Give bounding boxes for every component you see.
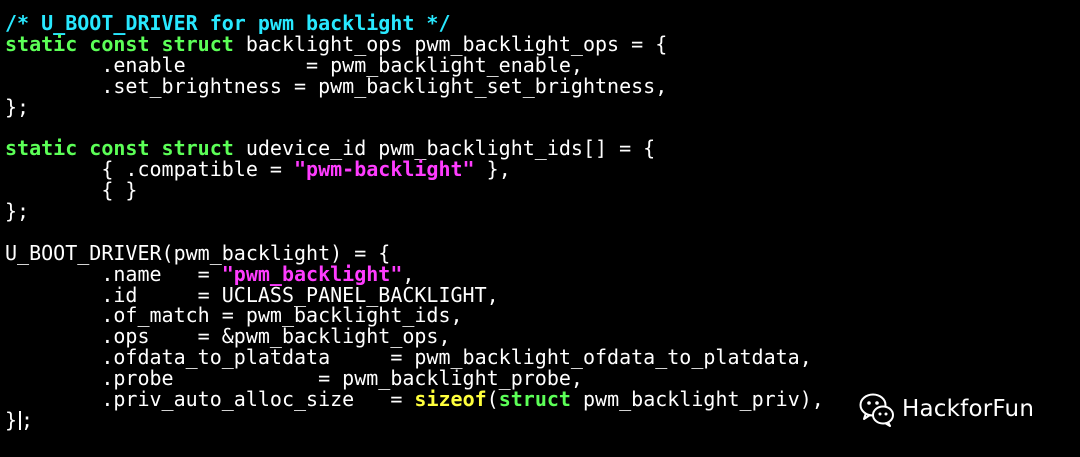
code-token-plain: .priv_auto_alloc_size = xyxy=(5,387,415,412)
code-line: .name = "pwm_backlight", xyxy=(5,263,824,285)
code-token-plain: .set_brightness = pwm_backlight_set_brig… xyxy=(5,73,668,98)
terminal-window[interactable]: /* U_BOOT_DRIVER for pwm backlight */sta… xyxy=(0,0,1080,457)
code-line: .set_brightness = pwm_backlight_set_brig… xyxy=(5,73,824,98)
code-line: { } xyxy=(5,180,824,201)
code-line: .priv_auto_alloc_size = sizeof(struct pw… xyxy=(5,389,824,410)
code-line: static const struct udevice_id pwm_backl… xyxy=(5,138,824,159)
code-line: .enable = pwm_backlight_enable, xyxy=(5,54,824,76)
code-line: .of_match = pwm_backlight_ids, xyxy=(5,305,824,326)
code-line: .ofdata_to_platdata = pwm_backlight_ofda… xyxy=(5,347,824,368)
watermark: HackforFun xyxy=(858,390,1034,428)
code-token-builtin: sizeof xyxy=(414,387,487,412)
code-line: .id = UCLASS_PANEL_BACKLIGHT, xyxy=(5,284,824,306)
code-line: }; xyxy=(5,201,824,222)
code-line: }; xyxy=(5,407,824,432)
code-token-plain: }, xyxy=(474,157,511,182)
code-line: /* U_BOOT_DRIVER for pwm backlight */ xyxy=(5,13,824,34)
code-token-string: "pwm-backlight" xyxy=(293,157,475,182)
code-token-plain: pwm_backlight_priv), xyxy=(570,387,824,412)
code-token-plain: ( xyxy=(486,387,499,412)
code-line: U_BOOT_DRIVER(pwm_backlight) = { xyxy=(5,242,824,264)
code-line: static const struct backlight_ops pwm_ba… xyxy=(5,33,824,55)
code-token-keyword: struct xyxy=(498,387,571,412)
watermark-text: HackforFun xyxy=(902,396,1035,422)
code-token-plain: } xyxy=(5,407,18,432)
code-line: .ops = &pwm_backlight_ops, xyxy=(5,326,824,347)
code-view[interactable]: /* U_BOOT_DRIVER for pwm backlight */sta… xyxy=(5,13,824,431)
code-line: .probe = pwm_backlight_probe, xyxy=(5,368,824,389)
code-line: }; xyxy=(5,96,824,118)
code-line: { .compatible = "pwm-backlight" }, xyxy=(5,159,824,180)
code-token-plain: ; xyxy=(21,407,34,432)
wechat-icon xyxy=(859,393,894,427)
